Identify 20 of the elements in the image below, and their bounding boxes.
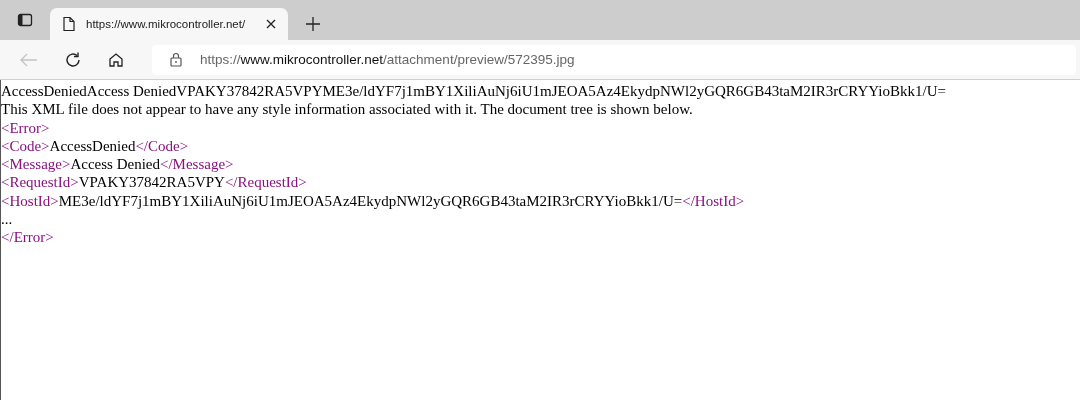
reload-icon[interactable] [64, 50, 82, 69]
tab-actions-icon[interactable] [17, 12, 33, 28]
xml-tag: <Error> [1, 118, 1080, 137]
xml-element: <RequestId>VPAKY37842RA5VPY</RequestId> [1, 173, 308, 192]
document-icon [62, 16, 76, 32]
address-field[interactable]: https://www.mikrocontroller.net/attachment/preview/572395.jpg [152, 44, 1076, 75]
lock-icon [170, 52, 182, 67]
url-text: https://www.mikrocontroller.net/attachment/preview/572395.jpg [200, 52, 575, 67]
browser-tab[interactable]: https://www.mikrocontroller.net/ [50, 8, 288, 40]
xml-element: <Message>Access Denied</Message> [1, 155, 235, 174]
xml-element: <HostId>ME3e/ldYF7j1mBY1XiliAuNj6iU1mJEOA5Az4EkydpNWl2yGQR6GB43taM2IR3rCRYYioBkk1/U=</HostId> [1, 191, 746, 211]
raw-text: AccessDeniedAccess DeniedVPAKY37842RA5VPYME3e/ldYF7j1mBY1XiliAuNj6iU1mJEOA5Az4EkydpNWl2yGQR6GB43taM2IR3rCRYYioBkk1/U= [1, 82, 947, 101]
xml-element: <Code>AccessDenied</Code> [1, 136, 190, 156]
new-tab-icon[interactable] [306, 17, 320, 31]
home-icon[interactable] [108, 51, 124, 68]
xml-notice: This XML file does not appear to have any style information associated with it. The document tree is shown below. [1, 100, 694, 119]
xml-tag: </Error> [1, 228, 1080, 247]
xml-text: ... [1, 210, 14, 229]
tab-title: https://www.mikrocontroller.net/ [86, 18, 247, 30]
close-icon[interactable] [266, 19, 276, 29]
